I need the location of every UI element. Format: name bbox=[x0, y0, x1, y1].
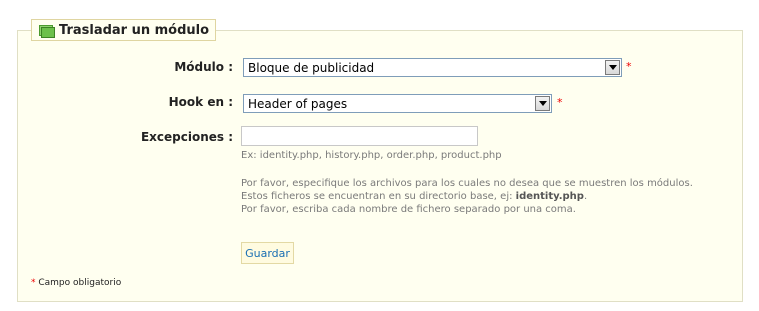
required-asterisk: * bbox=[557, 96, 563, 109]
required-field-note: * Campo obligatorio bbox=[31, 278, 121, 288]
help-line-3: Por favor, escriba cada nombre de ficher… bbox=[241, 204, 576, 215]
save-button[interactable]: Guardar bbox=[241, 242, 294, 264]
module-label: Módulo : bbox=[174, 60, 233, 74]
module-select-value: Bloque de publicidad bbox=[248, 60, 375, 75]
hook-select-value: Header of pages bbox=[248, 96, 348, 111]
help-line-1: Por favor, especifique los archivos para… bbox=[241, 178, 693, 189]
required-note-text: Campo obligatorio bbox=[35, 278, 122, 288]
exceptions-label: Excepciones : bbox=[140, 130, 233, 144]
help-line-2-end: . bbox=[583, 191, 588, 202]
help-text: Por favor, especifique los archivos para… bbox=[241, 177, 693, 216]
help-line-2: Estos ficheros se encuentran en su direc… bbox=[241, 190, 693, 203]
module-select[interactable]: Bloque de publicidad bbox=[243, 58, 622, 77]
chevron-down-icon[interactable] bbox=[535, 96, 550, 111]
module-icon bbox=[38, 24, 55, 38]
hook-select[interactable]: Header of pages bbox=[243, 94, 552, 113]
panel-title: Trasladar un módulo bbox=[59, 22, 210, 38]
chevron-down-icon[interactable] bbox=[605, 60, 620, 75]
help-line-2-text: Estos ficheros se encuentran en su direc… bbox=[241, 191, 516, 202]
help-example-file: identity.php bbox=[515, 191, 584, 202]
hook-label: Hook en : bbox=[168, 95, 233, 109]
exceptions-input[interactable] bbox=[241, 126, 478, 146]
required-asterisk: * bbox=[626, 60, 632, 73]
panel-legend: Trasladar un módulo bbox=[31, 19, 217, 41]
exceptions-example: Ex: identity.php, history.php, order.php… bbox=[241, 150, 502, 161]
